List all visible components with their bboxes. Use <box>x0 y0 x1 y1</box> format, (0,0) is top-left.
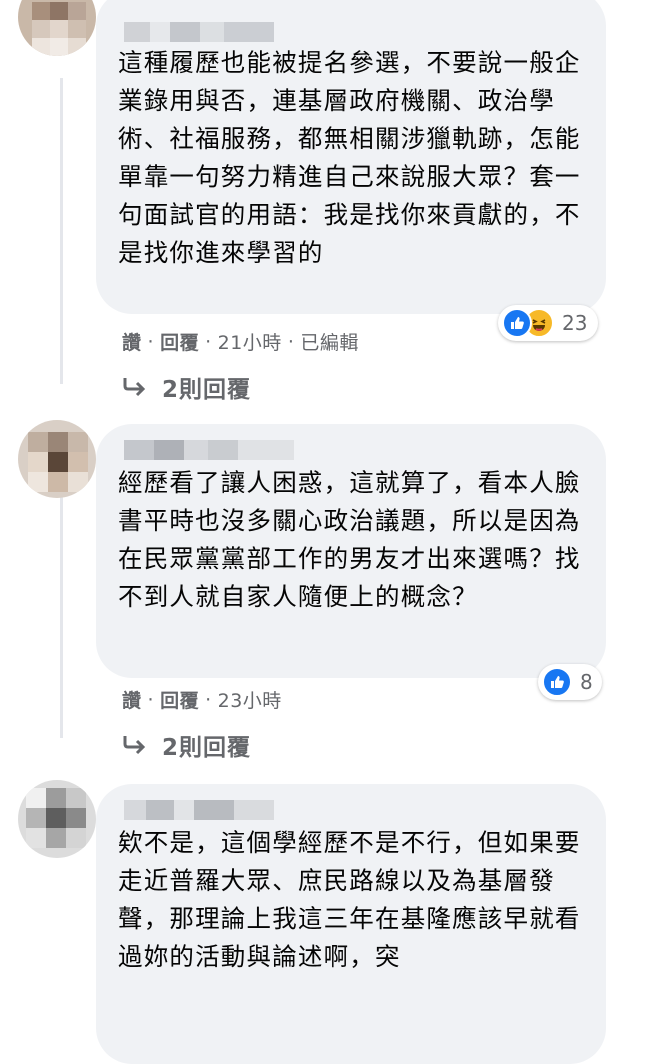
reaction-summary[interactable]: 23 <box>498 305 598 341</box>
comment-bubble: 經歷看了讓人困惑，這就算了，看本人臉書平時也沒多關心政治議題，所以是因為在民眾黨… <box>96 424 606 678</box>
replies-count: 2則回覆 <box>162 377 252 403</box>
like-link[interactable]: 讚 <box>122 686 142 713</box>
comment-text: 欸不是，這個學經歷不是不行，但如果要走近普羅大眾、庶民路線以及為基層發聲，那理論… <box>118 828 581 971</box>
like-icon <box>542 667 572 697</box>
like-link[interactable]: 讚 <box>122 328 142 355</box>
comment-actions: 讚 · 回覆 · 21小時 · 已編輯 <box>122 328 359 355</box>
reaction-summary[interactable]: 8 <box>538 664 602 700</box>
reaction-count: 8 <box>580 670 593 694</box>
avatar[interactable] <box>18 0 96 56</box>
comment-actions: 讚 · 回覆 · 23小時 <box>122 686 282 713</box>
reply-arrow-icon <box>123 736 146 755</box>
separator: · <box>147 688 155 711</box>
thread-line <box>60 488 63 738</box>
replies-count: 2則回覆 <box>162 735 252 761</box>
commenter-name-blurred[interactable] <box>124 22 274 42</box>
view-replies-button[interactable]: 2則回覆 <box>122 370 251 404</box>
view-replies-button[interactable]: 2則回覆 <box>122 728 251 762</box>
avatar[interactable] <box>18 780 96 858</box>
separator: · <box>205 330 212 353</box>
commenter-name-blurred[interactable] <box>124 800 274 820</box>
separator: · <box>287 330 295 353</box>
comment-bubble: 欸不是，這個學經歷不是不行，但如果要走近普羅大眾、庶民路線以及為基層發聲，那理論… <box>96 784 606 1064</box>
comment-text: 這種履歷也能被提名參選，不要說一般企業錄用與否，連基層政府機關、政治學術、社福服… <box>118 48 581 267</box>
comment-bubble: 這種履歷也能被提名參選，不要說一般企業錄用與否，連基層政府機關、政治學術、社福服… <box>96 0 606 314</box>
comment-text: 經歷看了讓人困惑，這就算了，看本人臉書平時也沒多關心政治議題，所以是因為在民眾黨… <box>118 468 581 611</box>
separator: · <box>205 688 212 711</box>
reply-link[interactable]: 回覆 <box>160 686 199 713</box>
edited-label[interactable]: 已編輯 <box>300 328 359 355</box>
reaction-count: 23 <box>562 311 588 335</box>
avatar[interactable] <box>18 420 96 498</box>
timestamp[interactable]: 23小時 <box>218 686 282 713</box>
like-icon <box>502 308 532 338</box>
thread-line <box>60 78 63 384</box>
timestamp[interactable]: 21小時 <box>218 328 282 355</box>
reply-link[interactable]: 回覆 <box>160 328 199 355</box>
reply-arrow-icon <box>123 378 146 397</box>
separator: · <box>147 330 155 353</box>
commenter-name-blurred[interactable] <box>124 440 294 460</box>
